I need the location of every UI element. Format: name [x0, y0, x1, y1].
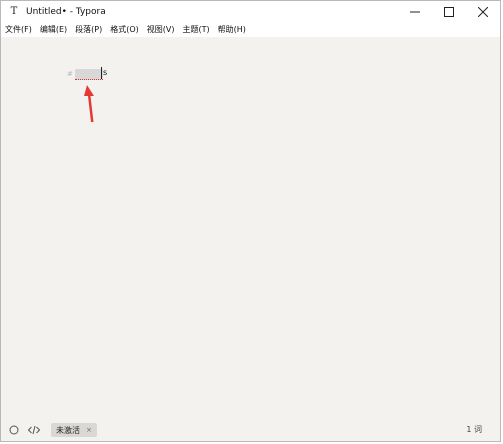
maximize-button[interactable]: [432, 1, 466, 23]
menu-theme[interactable]: 主题(T): [182, 23, 209, 37]
window-controls: [398, 1, 500, 23]
maximize-icon: [444, 7, 454, 17]
heading-marker: #: [67, 70, 73, 78]
code-icon: [28, 425, 40, 435]
tab-close-icon[interactable]: ×: [86, 426, 92, 434]
title-bar: T Untitled• - Typora: [1, 1, 500, 23]
minimize-icon: [410, 11, 420, 13]
typora-app-icon: T: [10, 6, 18, 17]
file-tab-label: 未激活: [56, 425, 80, 435]
menu-file[interactable]: 文件(F): [5, 23, 32, 37]
file-tab[interactable]: 未激活 ×: [51, 423, 97, 437]
text-cursor[interactable]: s: [101, 67, 107, 79]
menu-help[interactable]: 帮助(H): [218, 23, 246, 37]
status-bar: 未激活 × 1 词: [1, 419, 500, 441]
outline-toggle-button[interactable]: [7, 423, 21, 437]
window-title: Untitled• - Typora: [26, 7, 106, 17]
heading-text-highlight[interactable]: [75, 69, 103, 80]
editor-area[interactable]: # s: [1, 37, 500, 421]
menu-edit[interactable]: 编辑(E): [40, 23, 67, 37]
menu-paragraph[interactable]: 段落(P): [75, 23, 102, 37]
typora-window: T Untitled• - Typora 文件(F) 编辑(E) 段落(P) 格…: [0, 0, 501, 442]
annotation-arrow-icon: [84, 85, 94, 122]
word-count[interactable]: 1 词: [466, 419, 482, 441]
menu-bar: 文件(F) 编辑(E) 段落(P) 格式(O) 视图(V) 主题(T) 帮助(H…: [1, 23, 500, 37]
close-icon: [478, 7, 488, 17]
menu-view[interactable]: 视图(V): [147, 23, 175, 37]
close-button[interactable]: [466, 1, 500, 23]
minimize-button[interactable]: [398, 1, 432, 23]
source-mode-button[interactable]: [27, 423, 41, 437]
circle-icon: [9, 425, 19, 435]
menu-format[interactable]: 格式(O): [110, 23, 139, 37]
